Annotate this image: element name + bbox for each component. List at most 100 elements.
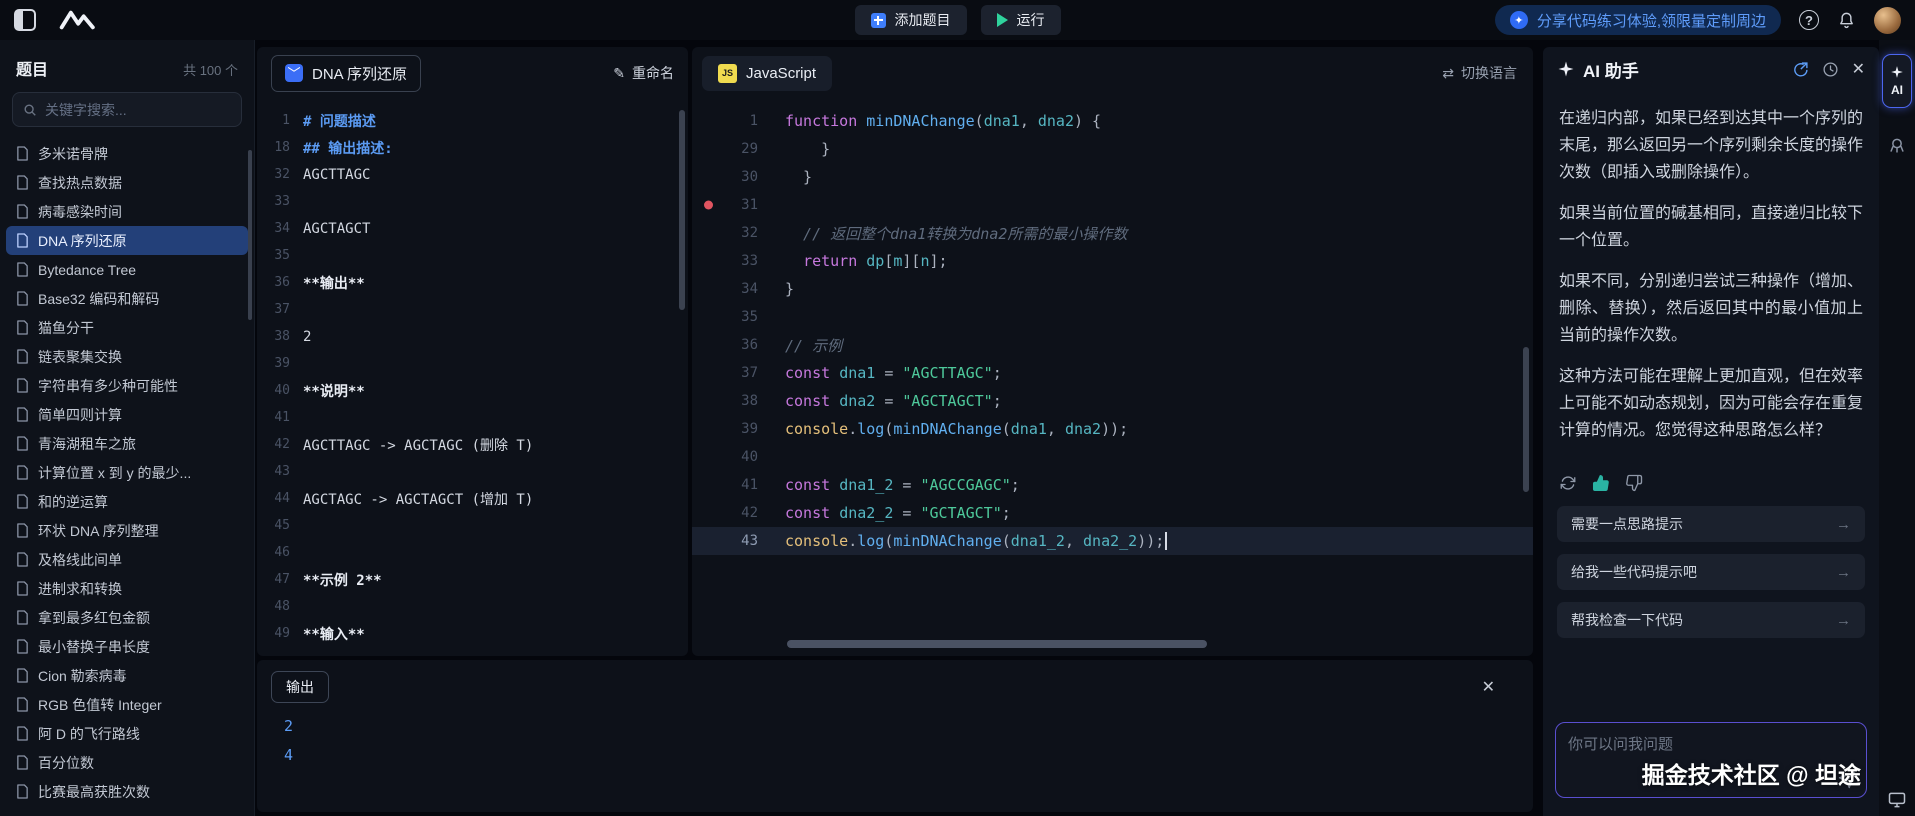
code-line[interactable]: 36 // 示例 [692, 331, 1533, 359]
promo-banner[interactable]: ✦ 分享代码练习体验,领限量定制周边 [1495, 5, 1781, 35]
code-line[interactable]: 35 [692, 303, 1533, 331]
sidebar-item[interactable]: 病毒感染时间 [6, 197, 248, 226]
search-input[interactable] [45, 102, 231, 118]
ai-launcher-button[interactable]: AI [1882, 54, 1912, 108]
line-number[interactable]: 34 [692, 281, 764, 297]
document-icon [16, 697, 29, 712]
suggestion-chip[interactable]: 给我一些代码提示吧 → [1557, 554, 1865, 590]
share-conversation-icon[interactable] [1792, 61, 1809, 78]
sidebar-item[interactable]: 拿到最多红包金额 [6, 603, 248, 632]
code-line[interactable]: 34 } [692, 275, 1533, 303]
sidebar-item[interactable]: 多米诺骨牌 [6, 139, 248, 168]
code-token: return [803, 252, 857, 270]
language-tab[interactable]: JS JavaScript [702, 56, 832, 91]
document-icon [16, 262, 29, 277]
line-number[interactable]: 41 [692, 477, 764, 493]
suggestion-chip[interactable]: 帮我检查一下代码 → [1557, 602, 1865, 638]
suggestion-chip[interactable]: 需要一点思路提示 → [1557, 506, 1865, 542]
sidebar-item[interactable]: Bytedance Tree [6, 255, 248, 284]
sidebar-item[interactable]: Base32 编码和解码 [6, 284, 248, 313]
line-number[interactable]: 38 [692, 393, 764, 409]
code-line[interactable]: 39 console.log(minDNAChange(dna1, dna2))… [692, 415, 1533, 443]
help-icon[interactable]: ? [1799, 10, 1819, 30]
line-number[interactable]: 31 [692, 197, 764, 213]
code-line[interactable]: 40 [692, 443, 1533, 471]
rename-button[interactable]: ✎ 重命名 [613, 63, 674, 83]
sidebar-item[interactable]: 比赛最高获胜次数 [6, 777, 248, 806]
add-question-button[interactable]: 添加题目 [855, 5, 967, 35]
code-line[interactable]: 31 [692, 191, 1533, 219]
sidebar-item[interactable]: 查找热点数据 [6, 168, 248, 197]
history-icon[interactable] [1822, 61, 1839, 78]
sidebar-item[interactable]: 计算位置 x 到 y 的最少... [6, 458, 248, 487]
sidebar-item[interactable]: DNA 序列还原 [6, 226, 248, 255]
sidebar-item[interactable]: 百分位数 [6, 748, 248, 777]
sidebar-item[interactable]: 字符串有多少种可能性 [6, 371, 248, 400]
topbar-right: ✦ 分享代码练习体验,领限量定制周边 ? [1495, 5, 1901, 35]
line-number[interactable]: 35 [692, 309, 764, 325]
line-number[interactable]: 39 [692, 421, 764, 437]
line-number[interactable]: 30 [692, 169, 764, 185]
switch-language-button[interactable]: ⇄ 切换语言 [1442, 63, 1517, 83]
close-icon[interactable]: ✕ [1852, 59, 1865, 79]
thumbs-up-icon[interactable] [1592, 474, 1610, 492]
line-number[interactable]: 32 [692, 225, 764, 241]
code-token: minDNAChange [893, 420, 1001, 438]
run-button[interactable]: 运行 [981, 5, 1061, 35]
sidebar-item[interactable]: Cion 勒索病毒 [6, 661, 248, 690]
sidebar-item[interactable]: 最小替换子串长度 [6, 632, 248, 661]
sidebar-item[interactable]: 青海湖租车之旅 [6, 429, 248, 458]
thumbs-down-icon[interactable] [1625, 474, 1643, 492]
code-line[interactable]: 41 const dna1_2 = "AGCCGAGC"; [692, 471, 1533, 499]
code-line[interactable]: 37 const dna1 = "AGCTTAGC"; [692, 359, 1533, 387]
sidebar-toggle-icon[interactable] [14, 9, 36, 31]
line-number[interactable]: 43 [692, 533, 764, 549]
sidebar-item[interactable]: 进制求和转换 [6, 574, 248, 603]
plugin-icon[interactable] [1887, 136, 1907, 156]
sidebar-item[interactable]: RGB 色值转 Integer [6, 690, 248, 719]
code-line[interactable]: 29 } [692, 135, 1533, 163]
code-line[interactable]: 38 const dna2 = "AGCTAGCT"; [692, 387, 1533, 415]
line-number[interactable]: 33 [692, 253, 764, 269]
code-line[interactable]: 43 console.log(minDNAChange(dna1_2, dna2… [692, 527, 1533, 555]
close-icon[interactable]: ✕ [1482, 677, 1495, 697]
ai-question-input[interactable] [1568, 733, 1854, 773]
line-number[interactable]: 29 [692, 141, 764, 157]
sidebar-item[interactable]: 猫鱼分干 [6, 313, 248, 342]
line-number[interactable]: 1 [692, 113, 764, 129]
output-tab[interactable]: 输出 [271, 671, 329, 703]
markdown-line-text: # 问题描述 [303, 111, 376, 131]
sidebar-item[interactable]: 及格线此间单 [6, 545, 248, 574]
code-line[interactable]: 33 return dp[m][n]; [692, 247, 1533, 275]
line-number[interactable]: 40 [692, 449, 764, 465]
sidebar-item[interactable]: 简单四则计算 [6, 400, 248, 429]
line-number[interactable]: 36 [692, 337, 764, 353]
line-number[interactable]: 37 [692, 365, 764, 381]
markdown-line: 35 [257, 242, 688, 269]
line-number: 38 [257, 329, 303, 344]
problem-markdown-view[interactable]: 1 # 问题描述 18 ## 输出描述: 32 AGCTTAGC 33 34 A… [257, 99, 688, 647]
sidebar-item[interactable]: 阿 D 的飞行路线 [6, 719, 248, 748]
sidebar-item[interactable]: 环状 DNA 序列整理 [6, 516, 248, 545]
problem-scrollbar[interactable] [679, 110, 685, 310]
code-line[interactable]: 42 const dna2_2 = "GCTAGCT"; [692, 499, 1533, 527]
ai-title-wrap: AI 助手 [1557, 57, 1639, 82]
editor-horizontal-scrollbar[interactable] [787, 640, 1207, 648]
code-line[interactable]: 30 } [692, 163, 1533, 191]
display-monitor-icon[interactable] [1887, 790, 1907, 810]
code-line[interactable]: 1 function minDNAChange(dna1, dna2) { [692, 107, 1533, 135]
notification-bell-icon[interactable] [1837, 11, 1856, 30]
editor-vertical-scrollbar[interactable] [1523, 347, 1529, 492]
user-avatar[interactable] [1874, 7, 1901, 34]
code-token: dna2_2 [1083, 532, 1137, 550]
line-number[interactable]: 42 [692, 505, 764, 521]
sidebar-item[interactable]: 链表聚集交换 [6, 342, 248, 371]
sidebar-item[interactable]: 和的逆运算 [6, 487, 248, 516]
sidebar-scrollbar[interactable] [248, 150, 252, 320]
send-icon[interactable] [1838, 771, 1856, 789]
app-logo[interactable] [58, 8, 102, 32]
problem-title-box[interactable]: ﹀ DNA 序列还原 [271, 55, 421, 92]
regenerate-icon[interactable] [1559, 474, 1577, 492]
code-line[interactable]: 32 // 返回整个dna1转换为dna2所需的最小操作数 [692, 219, 1533, 247]
code-area[interactable]: 1 function minDNAChange(dna1, dna2) { 29… [692, 99, 1533, 555]
